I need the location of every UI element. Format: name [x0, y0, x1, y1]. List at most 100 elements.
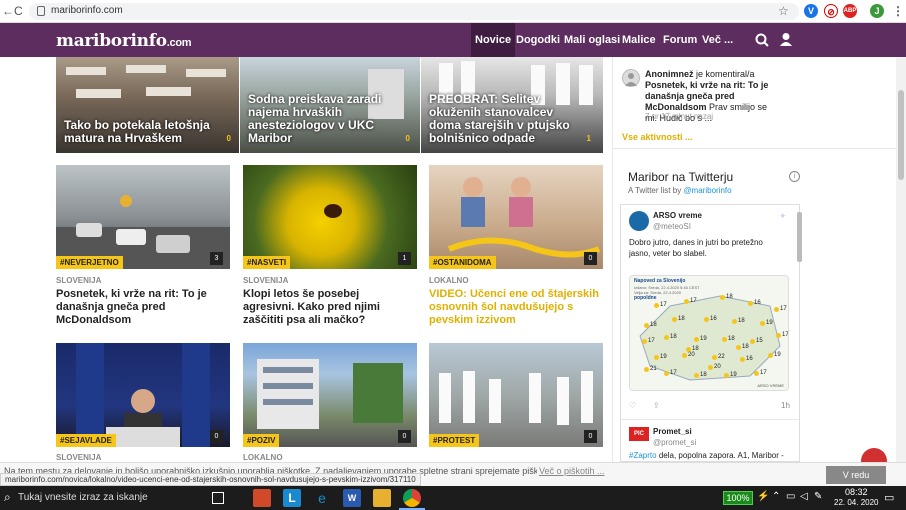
comment-count: 0	[398, 430, 411, 443]
article-image[interactable]: Sodna preiskava zaradi najema hrvaških a…	[240, 57, 420, 153]
site-logo[interactable]: mariborinfo.com	[56, 31, 192, 51]
all-activity-link[interactable]: Vse aktivnosti ...	[622, 132, 693, 142]
article-title[interactable]: Posnetek, ki vrže na rit: To je današnja…	[56, 288, 226, 327]
nav-novice[interactable]: Novice	[471, 23, 516, 57]
map-temperature: 18	[726, 294, 733, 300]
map-temperature: 19	[730, 372, 737, 378]
clock-time[interactable]: 08:32	[845, 487, 868, 497]
profile-avatar[interactable]: J	[870, 4, 884, 18]
article-title[interactable]: Tako bo potekala letošnja matura na Hrva…	[64, 119, 219, 145]
twitter-widget-title[interactable]: Maribor na Twitterju	[628, 170, 733, 184]
sun-icon	[664, 371, 669, 376]
chevron-up-icon[interactable]: ⌃	[772, 491, 780, 502]
tweet-text: Dobro jutro, danes in jutri bo pretežno …	[629, 238, 763, 258]
article-image[interactable]	[429, 343, 603, 447]
article-image[interactable]	[56, 343, 230, 447]
article-tag[interactable]: #OSTANIDOMA	[429, 256, 496, 269]
nav-vec[interactable]: Več ...	[698, 23, 737, 57]
article-tag[interactable]: #PROTEST	[429, 434, 480, 447]
map-temperature: 17	[780, 306, 787, 312]
tweet-author[interactable]: Promet_si	[653, 427, 692, 436]
tweet-time[interactable]: 1h	[781, 401, 790, 410]
browser-menu-icon[interactable]: ⋮	[892, 4, 904, 18]
map-temperature: 17	[782, 332, 789, 338]
cookie-more-link[interactable]: Več o piškotih ...	[537, 466, 605, 476]
lync-icon[interactable]: L	[283, 489, 301, 507]
network-icon[interactable]: ▭	[786, 491, 795, 502]
comment-count: 0	[226, 134, 231, 143]
sun-icon	[712, 355, 717, 360]
task-view-icon[interactable]	[212, 492, 224, 504]
chrome-icon[interactable]	[403, 489, 421, 507]
edge-icon[interactable]: e	[313, 489, 331, 507]
article-tag[interactable]: #NEVERJETNO	[56, 256, 123, 269]
article-image[interactable]: Tako bo potekala letošnja matura na Hrva…	[56, 57, 239, 153]
article-image[interactable]	[429, 165, 603, 269]
taskbar-search[interactable]: Tukaj vnesite izraz za iskanje	[18, 492, 148, 503]
article-tag[interactable]: #POZIV	[243, 434, 280, 447]
scroll-thumb[interactable]	[898, 90, 904, 180]
reload-button[interactable]: C	[14, 4, 23, 18]
article-title[interactable]: PREOBRAT: Selitev okuženih stanovalcev d…	[429, 93, 583, 145]
sun-icon	[732, 319, 737, 324]
info-icon[interactable]: i	[789, 171, 800, 182]
power-icon[interactable]: ⚡	[757, 491, 769, 502]
tweet-divider	[621, 419, 799, 420]
cookie-accept-button[interactable]: V redu	[826, 466, 886, 484]
notifications-icon[interactable]: ▭	[884, 491, 894, 504]
article-image[interactable]	[243, 165, 417, 269]
tweet-handle[interactable]: @promet_si	[653, 438, 696, 447]
article-category[interactable]: SLOVENIJA	[56, 276, 101, 285]
comment-count: 0	[584, 430, 597, 443]
article-category[interactable]: SLOVENIJA	[243, 276, 288, 285]
nav-forum[interactable]: Forum	[659, 23, 701, 57]
article-title[interactable]: Klopi letos še posebej agresivni. Kako p…	[243, 288, 411, 327]
comment-count: 0	[405, 134, 410, 143]
article-category[interactable]: LOKALNO	[429, 276, 469, 285]
adblock-icon[interactable]: ABP	[843, 4, 857, 18]
share-icon[interactable]: ⇪	[653, 401, 660, 410]
nav-malice[interactable]: Malice	[618, 23, 660, 57]
block-icon[interactable]: ⊘	[824, 4, 838, 18]
map-temperature: 21	[650, 366, 657, 372]
map-temperature: 19	[774, 352, 781, 358]
article-category[interactable]: SLOVENIJA	[56, 453, 101, 462]
tweet-author[interactable]: ARSO vreme	[653, 211, 702, 220]
tweet-handle[interactable]: @meteoSI	[653, 222, 691, 231]
like-icon[interactable]: ♡	[629, 401, 636, 410]
volume-icon[interactable]: ◁	[800, 491, 808, 502]
article-title[interactable]: VIDEO: Učenci ene od štajerskih osnovnih…	[429, 288, 599, 327]
article-image[interactable]	[243, 343, 417, 447]
column-divider	[612, 57, 613, 462]
bookmark-star-icon[interactable]: ☆	[778, 4, 789, 18]
clock-date[interactable]: 22. 04. 2020	[834, 498, 878, 507]
map-temperature: 17	[670, 370, 677, 376]
battery-indicator[interactable]: 100%	[723, 491, 753, 505]
sun-icon	[642, 339, 647, 344]
article-tag[interactable]: #SEJAVLADE	[56, 434, 116, 447]
map-temperature: 20	[714, 364, 721, 370]
sun-icon	[720, 295, 725, 300]
twitter-timeline[interactable]: ARSO vreme @meteoSI ✦ Dobro jutro, danes…	[620, 204, 800, 462]
article-image[interactable]: PREOBRAT: Selitev okuženih stanovalcev d…	[421, 57, 603, 153]
extension-v-icon[interactable]: V	[804, 4, 818, 18]
search-icon[interactable]: ⌕	[4, 490, 11, 505]
address-bar[interactable]: mariborinfo.com	[29, 3, 799, 20]
file-explorer-icon[interactable]	[373, 489, 391, 507]
office-icon[interactable]	[253, 489, 271, 507]
back-button[interactable]: ←	[2, 4, 14, 18]
article-image[interactable]	[56, 165, 230, 269]
user-icon[interactable]	[779, 32, 793, 47]
forecast-map-image[interactable]: Napoved za Slovenijo Izdano: Sreda, 22.4…	[629, 275, 789, 391]
nav-dogodki[interactable]: Dogodki	[512, 23, 564, 57]
article-tag[interactable]: #NASVETI	[243, 256, 291, 269]
timeline-scrollbar[interactable]	[797, 212, 802, 262]
sun-icon	[722, 337, 727, 342]
search-icon[interactable]	[755, 33, 769, 47]
word-icon[interactable]: W	[343, 489, 361, 507]
map-temperature: 16	[754, 300, 761, 306]
article-category[interactable]: LOKALNO	[243, 453, 283, 462]
article-title[interactable]: Sodna preiskava zaradi najema hrvaških a…	[248, 93, 400, 145]
nav-mali-oglasi[interactable]: Mali oglasi	[560, 23, 624, 57]
pen-icon[interactable]: ✎	[814, 491, 822, 502]
